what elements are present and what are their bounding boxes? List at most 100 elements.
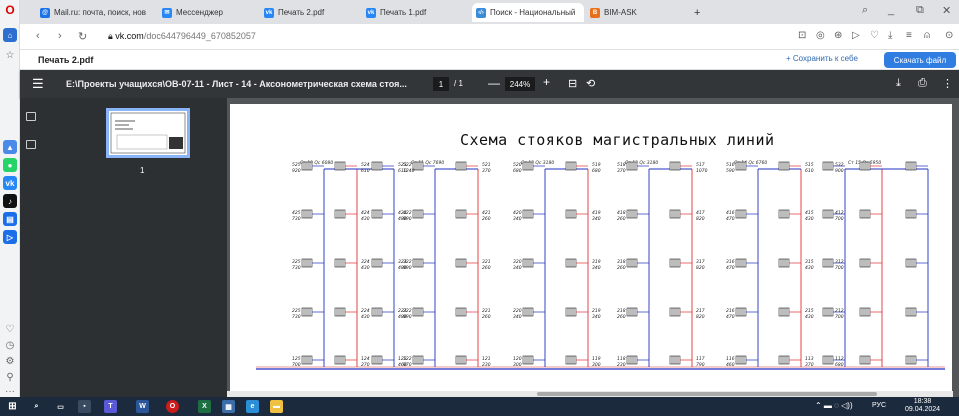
heart-icon[interactable]: ♡ <box>3 322 17 336</box>
rotate-icon[interactable]: ⟲ <box>586 77 595 90</box>
radiator <box>565 258 577 268</box>
home-icon[interactable]: ⌂ <box>3 28 17 42</box>
radiator <box>522 209 534 219</box>
room-number: 421 <box>482 210 491 216</box>
favorite-heart-icon[interactable]: ♡ <box>870 30 879 41</box>
room-load: 820 <box>696 265 705 271</box>
fit-page-icon[interactable]: ⊟ <box>568 77 577 90</box>
send-icon[interactable]: ▷ <box>852 30 860 41</box>
scrollbar-thumb[interactable] <box>537 392 877 396</box>
app-icon[interactable]: ▦ <box>222 400 235 413</box>
radiator <box>778 209 790 219</box>
tab-search[interactable]: ‹/› Поиск - Национальный <box>472 3 584 22</box>
room-load: 730 <box>292 265 301 271</box>
room-number: 215 <box>805 308 814 314</box>
aria-ai-icon[interactable]: ▲ <box>3 140 17 154</box>
radiator <box>522 161 534 171</box>
messenger-icon[interactable]: ▤ <box>3 212 17 226</box>
radiator <box>859 258 871 268</box>
opera-logo-icon[interactable]: O <box>3 3 17 17</box>
room-number: 116 <box>726 356 735 362</box>
download-icon[interactable]: ⤓ <box>896 77 901 90</box>
page-thumbnail[interactable] <box>106 108 190 158</box>
history-icon[interactable]: ◷ <box>3 338 17 352</box>
vk-icon[interactable]: vk <box>3 176 17 190</box>
tab-messenger[interactable]: ✉ Мессенджер <box>158 3 258 22</box>
teams-icon[interactable]: T <box>104 400 117 413</box>
radiator <box>301 209 313 219</box>
zoom-input[interactable]: 244% <box>505 77 535 91</box>
back-icon[interactable]: ‹ <box>36 30 40 42</box>
room-number: 520 <box>513 162 522 168</box>
mailru-icon: @ <box>40 7 50 18</box>
pin-icon[interactable]: ⚲ <box>3 370 17 384</box>
radiator <box>522 355 534 365</box>
radiator <box>735 161 747 171</box>
radiator <box>859 161 871 171</box>
explorer-folder-icon[interactable]: ▬ <box>270 400 283 413</box>
zoom-out-button[interactable]: — <box>488 76 500 90</box>
page-number-input[interactable]: 1 <box>433 77 449 91</box>
extensions-icon[interactable]: ⊙ <box>945 30 953 41</box>
tab-bim[interactable]: B BIM-ASK <box>586 3 656 22</box>
minimize-icon[interactable]: _ <box>888 4 894 16</box>
radiator <box>455 258 467 268</box>
vk-icon: vk <box>264 7 274 18</box>
tab-print1[interactable]: vk Печать 1.pdf <box>362 3 462 22</box>
word-icon[interactable]: W <box>136 400 149 413</box>
more-actions-icon[interactable]: ⋮ <box>942 77 953 90</box>
new-tab-button[interactable]: + <box>690 3 708 22</box>
reload-icon[interactable]: ↻ <box>78 30 87 43</box>
excel-icon[interactable]: X <box>198 400 211 413</box>
zoom-in-button[interactable]: + <box>543 75 550 89</box>
vpn-icon[interactable]: ⊛ <box>834 30 842 41</box>
document-filename: Печать 2.pdf <box>38 55 94 65</box>
url-field[interactable]: 🔒︎ vk.com/doc644796449_670852057 <box>108 31 256 42</box>
camera-icon[interactable]: ◎ <box>816 30 825 41</box>
windows-start-icon[interactable]: ⊞ <box>6 400 19 413</box>
room-load: 470 <box>726 265 735 271</box>
radiator <box>455 355 467 365</box>
room-number: 424 <box>361 210 370 216</box>
bookmark-star-icon[interactable]: ☆ <box>3 48 17 62</box>
room-number: 220 <box>513 308 522 314</box>
player-icon[interactable]: ▷ <box>3 230 17 244</box>
whatsapp-icon[interactable]: ● <box>3 158 17 172</box>
radiator <box>371 355 383 365</box>
save-to-account-button[interactable]: + Сохранить к себе <box>786 54 858 63</box>
radiator <box>735 258 747 268</box>
downloads-icon[interactable]: ⤓ <box>888 30 892 41</box>
tab-mailru[interactable]: @ Mail.ru: почта, поиск, нов <box>36 3 156 22</box>
tab-label: Мессенджер <box>176 8 223 17</box>
room-number: 319 <box>592 259 601 265</box>
system-tray-icons[interactable]: ⌃ ▬ ◌ ◁)) <box>815 401 853 410</box>
menu-icon[interactable]: ☰ <box>32 76 44 92</box>
room-number: 425 <box>292 210 301 216</box>
clock[interactable]: 18:38 09.04.2024 <box>905 398 940 414</box>
room-number: 420 <box>513 210 522 216</box>
room-load: 470 <box>726 314 735 320</box>
screenshot-icon[interactable]: ⊡ <box>798 30 806 41</box>
tiktok-icon[interactable]: ♪ <box>3 194 17 208</box>
task-view-icon[interactable]: ▭ <box>54 400 67 413</box>
opera-taskbar-icon[interactable]: O <box>166 400 179 413</box>
thumbnails-view-icon[interactable] <box>26 112 36 121</box>
easy-setup-icon[interactable]: ≡ <box>906 30 912 41</box>
thumbnail-page-number: 1 <box>140 166 145 175</box>
print-icon[interactable]: ⎙ <box>918 77 927 90</box>
settings-gear-icon[interactable]: ⚙ <box>3 354 17 368</box>
close-window-icon[interactable]: ✕ <box>942 4 951 17</box>
file-manager-icon[interactable]: ▪ <box>78 400 91 413</box>
forward-icon[interactable]: › <box>58 30 62 42</box>
search-icon[interactable]: ⌕ <box>30 400 43 413</box>
outline-view-icon[interactable] <box>26 140 36 149</box>
edge-icon[interactable]: e <box>246 400 259 413</box>
tab-print2[interactable]: vk Печать 2.pdf <box>260 3 360 22</box>
profile-icon[interactable]: ⍝ <box>924 30 930 41</box>
room-number: 218 <box>617 308 626 314</box>
more-icon[interactable]: ··· <box>3 384 17 398</box>
language-indicator[interactable]: РУС <box>872 402 886 409</box>
restore-icon[interactable]: ⧉ <box>916 4 924 17</box>
search-tabs-icon[interactable]: ⌕ <box>862 4 868 17</box>
download-file-button[interactable]: Скачать файл <box>884 52 956 68</box>
